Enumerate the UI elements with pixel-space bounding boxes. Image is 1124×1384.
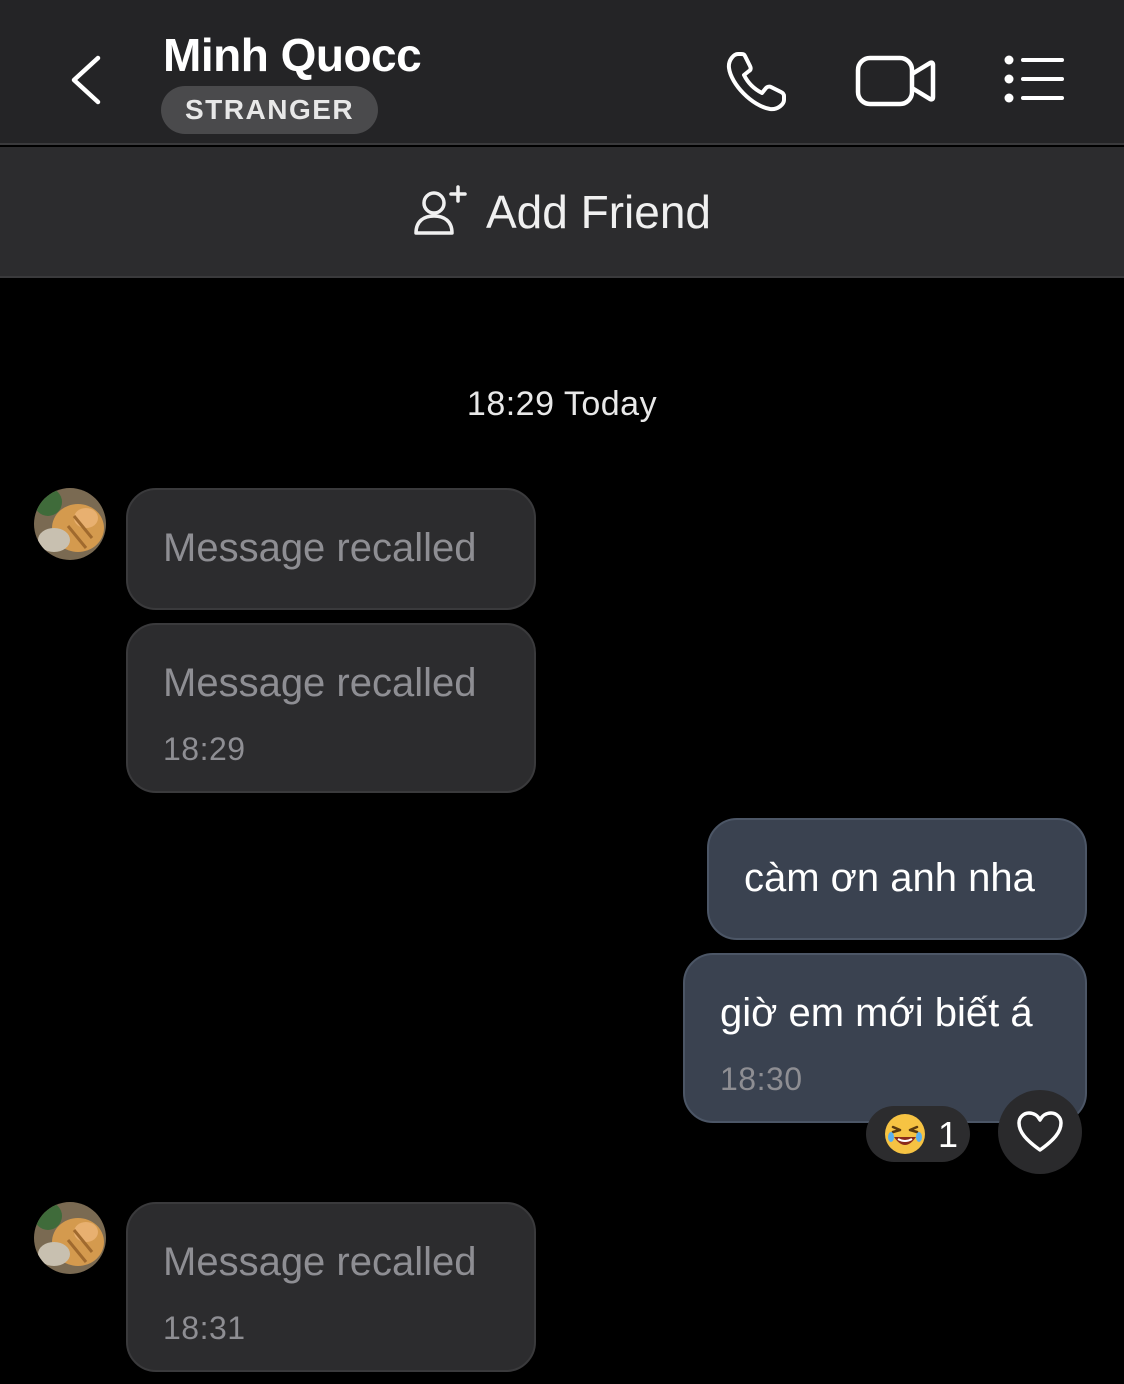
options-menu-button[interactable]	[996, 48, 1070, 112]
message-time: 18:31	[163, 1310, 246, 1346]
video-call-button[interactable]	[852, 46, 938, 116]
react-button[interactable]	[998, 1090, 1082, 1174]
message-bubble-outgoing[interactable]: càm ơn anh nha	[707, 818, 1087, 940]
message-time: 18:29	[163, 731, 246, 767]
add-friend-bar[interactable]: Add Friend	[0, 147, 1124, 278]
reaction-chip[interactable]: 1	[866, 1106, 970, 1162]
add-friend-label: Add Friend	[486, 186, 712, 238]
add-person-icon	[414, 185, 467, 235]
reaction-count: 1	[938, 1114, 959, 1155]
message-bubble-incoming[interactable]: Message recalled	[126, 488, 536, 610]
heart-icon	[1017, 1111, 1063, 1152]
video-camera-icon	[855, 55, 936, 107]
message-text: Message recalled	[163, 526, 477, 570]
message-bubble-incoming[interactable]: Message recalled 18:29	[126, 623, 536, 793]
message-text: càm ơn anh nha	[744, 856, 1035, 900]
chat-header: Minh Quocc STRANGER	[0, 0, 1124, 145]
contact-name[interactable]: Minh Quocc	[163, 28, 422, 82]
back-button[interactable]	[60, 48, 116, 112]
message-time: 18:30	[720, 1061, 803, 1097]
back-chevron-icon	[71, 55, 101, 105]
cat-avatar-image	[34, 1202, 106, 1274]
cat-avatar-image	[34, 488, 106, 560]
message-text: Message recalled	[163, 1240, 477, 1284]
message-text: Message recalled	[163, 661, 477, 705]
stranger-badge: STRANGER	[161, 86, 379, 134]
message-bubble-incoming[interactable]: Message recalled 18:31	[126, 1202, 536, 1372]
message-text: giờ em mới biết á	[720, 991, 1033, 1035]
laughing-emoji-icon	[885, 1114, 925, 1154]
list-menu-icon	[1004, 55, 1064, 103]
contact-avatar[interactable]	[34, 488, 106, 560]
contact-avatar[interactable]	[34, 1202, 106, 1274]
date-separator: 18:29 Today	[466, 385, 658, 423]
phone-icon	[726, 52, 786, 112]
voice-call-button[interactable]	[722, 46, 792, 116]
